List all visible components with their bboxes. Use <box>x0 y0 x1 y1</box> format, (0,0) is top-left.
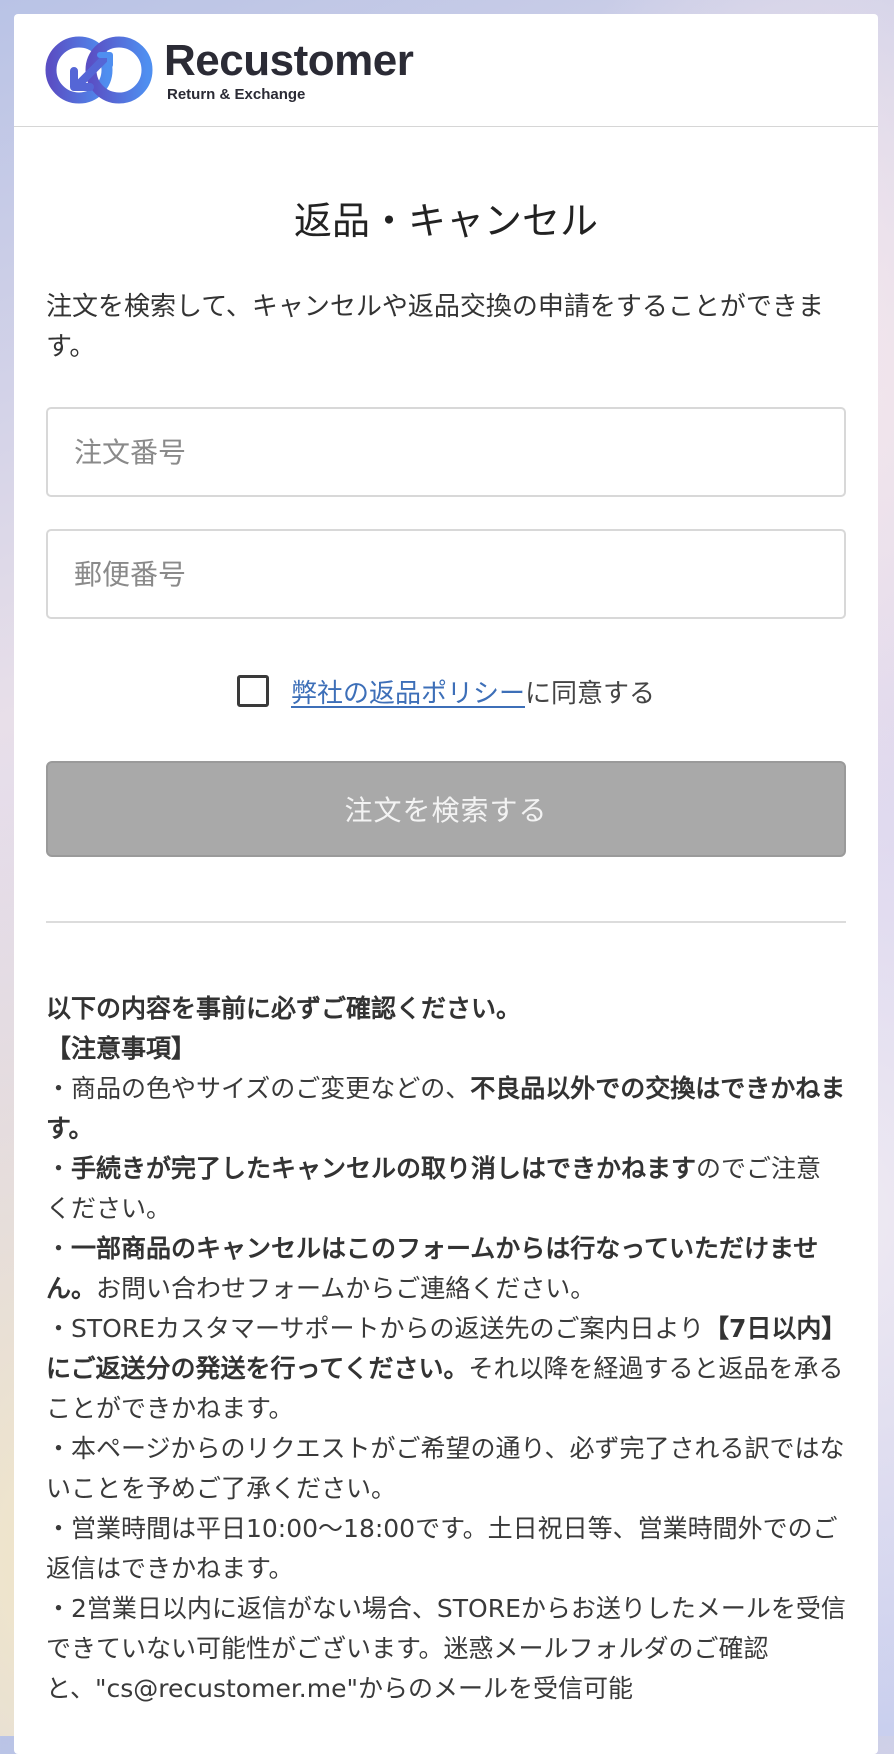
order-number-field[interactable] <box>46 407 846 497</box>
brand-wordmark: Recustomer Return & Exchange <box>164 38 413 103</box>
notice-item: ・本ページからのリクエストがご希望の通り、必ず完了される訳ではないことを予めご了… <box>46 1429 846 1509</box>
order-number-input[interactable] <box>72 435 844 470</box>
notice-text: ・本ページからのリクエストがご希望の通り、必ず完了される訳ではないことを予めご了… <box>46 1434 845 1503</box>
notice-subheading: 【注意事項】 <box>46 1029 846 1069</box>
brand-tagline: Return & Exchange <box>167 86 413 103</box>
notice-text: ・STOREカスタマーサポートからの返送先のご案内日より <box>46 1314 704 1343</box>
notice-emphasis: 手続きが完了したキャンセルの取り消しはできかねます <box>71 1154 696 1183</box>
notice-item: ・商品の色やサイズのご変更などの、不良品以外での交換はできかねます。 <box>46 1069 846 1149</box>
postal-code-input[interactable] <box>72 557 844 592</box>
notice-item: ・営業時間は平日10:00〜18:00です。土日祝日等、営業時間外でのご返信はで… <box>46 1509 846 1589</box>
section-divider <box>46 921 846 923</box>
notice-list: ・商品の色やサイズのご変更などの、不良品以外での交換はできかねます。・手続きが完… <box>46 1069 846 1709</box>
brand-name: Recustomer <box>164 38 413 84</box>
search-order-button[interactable]: 注文を検索する <box>46 761 846 857</box>
notice-text: ・2営業日以内に返信がない場合、STOREからお送りしたメールを受信できていない… <box>46 1594 846 1703</box>
agree-label: に同意する <box>525 673 655 710</box>
page-title: 返品・キャンセル <box>46 197 846 245</box>
notice-item: ・手続きが完了したキャンセルの取り消しはできかねますのでご注意ください。 <box>46 1149 846 1229</box>
notice-text: ・営業時間は平日10:00〜18:00です。土日祝日等、営業時間外でのご返信はで… <box>46 1514 838 1583</box>
policy-agreement: 弊社の返品ポリシー に同意する <box>46 671 846 711</box>
site-header: Recustomer Return & Exchange <box>14 14 878 127</box>
notice-text: ・商品の色やサイズのご変更などの、 <box>46 1074 470 1103</box>
notice-section: 以下の内容を事前に必ずご確認ください。 【注意事項】 ・商品の色やサイズのご変更… <box>46 989 846 1709</box>
notice-text: ・ <box>46 1234 71 1263</box>
intro-text: 注文を検索して、キャンセルや返品交換の申請をすることができます。 <box>46 287 846 367</box>
notice-item: ・一部商品のキャンセルはこのフォームからは行なっていただけません。お問い合わせフ… <box>46 1229 846 1309</box>
return-policy-link[interactable]: 弊社の返品ポリシー <box>291 673 525 710</box>
notice-text: ・ <box>46 1154 71 1183</box>
agree-checkbox[interactable] <box>237 675 269 707</box>
notice-heading: 以下の内容を事前に必ずご確認ください。 <box>46 989 846 1029</box>
notice-item: ・STOREカスタマーサポートからの返送先のご案内日より【7日以内】にご返送分の… <box>46 1309 846 1429</box>
postal-code-field[interactable] <box>46 529 846 619</box>
form-content: 返品・キャンセル 注文を検索して、キャンセルや返品交換の申請をすることができます… <box>14 197 878 1709</box>
brand-logo-icon[interactable] <box>44 33 154 107</box>
notice-text: お問い合わせフォームからご連絡ください。 <box>96 1274 595 1303</box>
main-card: Recustomer Return & Exchange 返品・キャンセル 注文… <box>14 14 878 1754</box>
notice-item: ・2営業日以内に返信がない場合、STOREからお送りしたメールを受信できていない… <box>46 1589 846 1709</box>
